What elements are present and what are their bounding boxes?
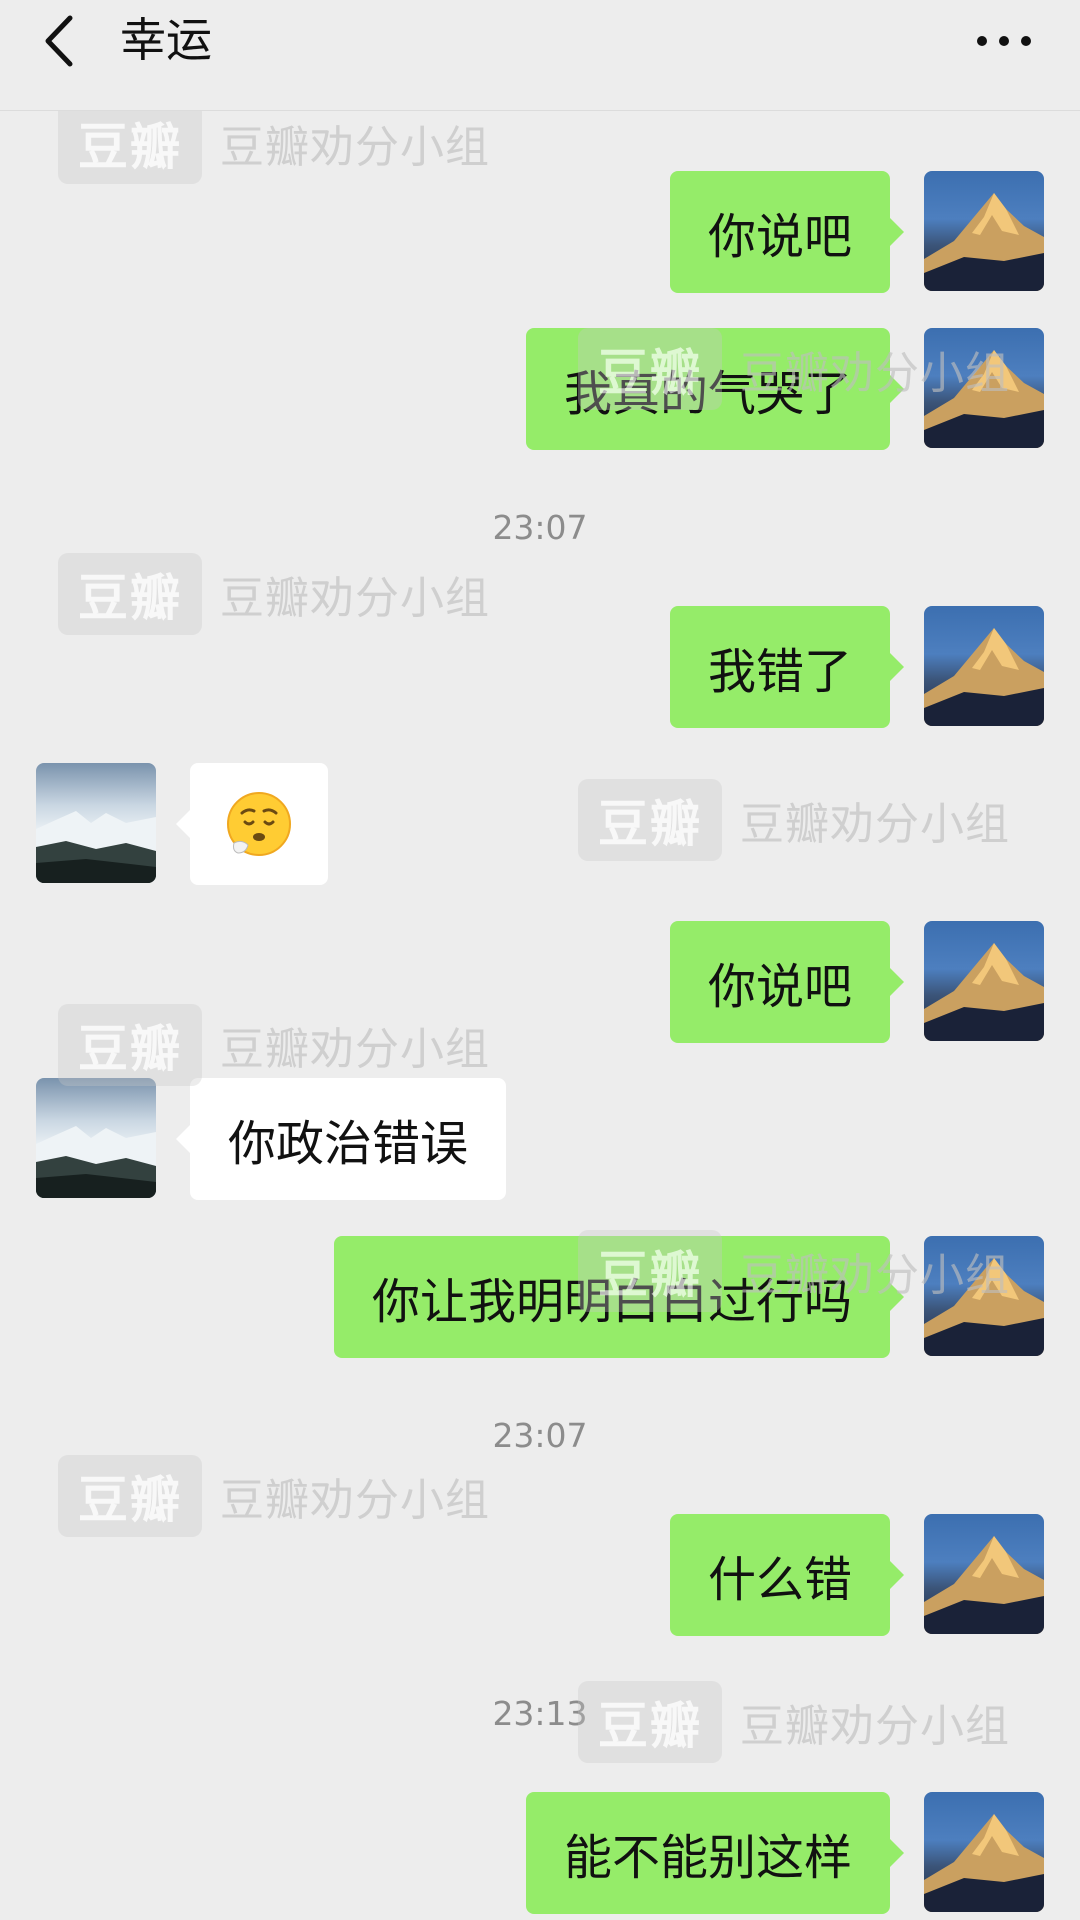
avatar[interactable] [924,328,1044,448]
sad-face-emoji [227,792,291,856]
chat-title: 幸运 [120,13,212,67]
message-row: 我错了 [0,606,1080,728]
avatar[interactable] [924,606,1044,726]
avatar[interactable] [924,171,1044,291]
message-row: 你说吧 [0,921,1080,1043]
message-row: 你让我明明白白过行吗 [0,1236,1080,1358]
mountain-icon [924,628,1044,726]
message-bubble[interactable]: 能不能别这样 [525,1792,905,1914]
avatar[interactable] [924,1236,1044,1356]
avatar[interactable] [924,1514,1044,1634]
timestamp: 23:13 [492,1694,588,1733]
message-bubble[interactable]: 我错了 [669,606,905,728]
avatar[interactable] [36,1078,156,1198]
chevron-left-icon [45,15,73,67]
chat-header: 幸运 [0,0,1080,111]
more-horizontal-icon [977,36,1031,46]
avatar[interactable] [36,763,156,883]
message-row: 能不能别这样 [0,1792,1080,1914]
message-bubble[interactable]: 你政治错误 [175,1078,507,1200]
mountain-icon [924,1258,1044,1356]
mountain-icon [924,1536,1044,1634]
message-row: 你政治错误 [0,1078,1080,1200]
avatar[interactable] [924,921,1044,1041]
message-bubble[interactable]: 你让我明明白白过行吗 [333,1236,905,1358]
snow-mountain-icon [36,1126,156,1198]
message-bubble[interactable]: 你说吧 [669,171,905,293]
message-row: 什么错 [0,1514,1080,1636]
snow-mountain-icon [36,811,156,883]
timestamp: 23:07 [492,1416,588,1455]
timestamp: 23:07 [492,508,588,547]
more-button[interactable] [974,26,1034,56]
watermark-text: 豆瓣劝分小组 [220,122,490,173]
mountain-icon [924,1814,1044,1912]
mountain-icon [924,193,1044,291]
message-row: 我真的气哭了 [0,328,1080,450]
message-bubble[interactable]: 我真的气哭了 [525,328,905,450]
message-row [0,763,1080,885]
message-row: 你说吧 [0,171,1080,293]
mountain-icon [924,350,1044,448]
message-bubble[interactable]: 什么错 [669,1514,905,1636]
message-bubble[interactable] [176,763,328,885]
back-button[interactable] [36,14,86,68]
chat-screen: 幸运 豆瓣 豆瓣劝分小组 豆瓣 豆瓣劝分小组 豆瓣 豆瓣劝分小组 豆瓣 豆瓣劝分… [0,0,1080,1920]
avatar[interactable] [924,1792,1044,1912]
mountain-icon [924,943,1044,1041]
message-bubble[interactable]: 你说吧 [669,921,905,1043]
